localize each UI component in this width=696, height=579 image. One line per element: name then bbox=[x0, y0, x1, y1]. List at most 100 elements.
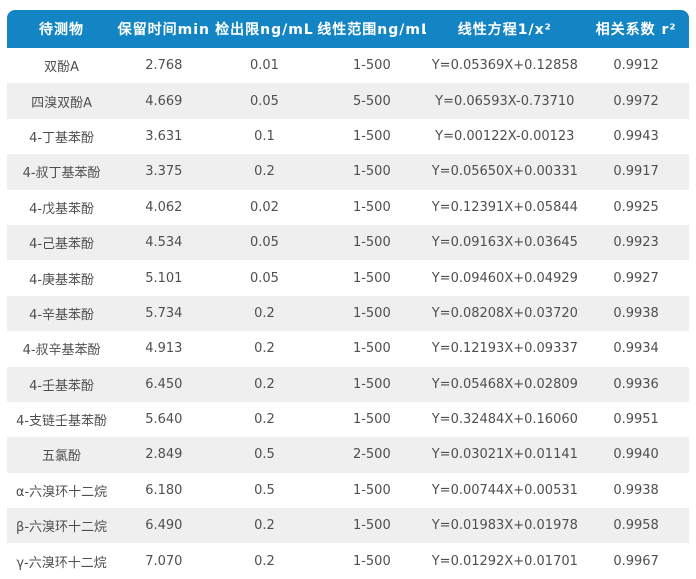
table-row: 4-戊基苯酚 4.062 0.02 1-500 Y=0.12391X+0.05844 0.… bbox=[7, 189, 689, 225]
cell-detection_limit: 0.2 bbox=[254, 341, 275, 357]
page: 待测物 保留时间min 检出限ng/mL 线性范围ng/mL 线性方程1/x² 相关系数 … bbox=[0, 0, 696, 579]
table-row: 五氯酚 2.849 0.5 2-500 Y=0.03021X+0.01141 0.9940 bbox=[7, 437, 689, 473]
cell-linear_range: 5-500 bbox=[352, 93, 391, 109]
cell-linear_range: 1-500 bbox=[352, 58, 391, 74]
cell-linear_equation: Y=0.00122X-0.00123 bbox=[435, 128, 575, 144]
cell-detection_limit: 0.01 bbox=[249, 58, 279, 74]
cell-detection_limit: 0.02 bbox=[249, 199, 279, 215]
cell-analyte: β-六溴环十二烷 bbox=[16, 520, 108, 536]
cell-retention_time: 5.101 bbox=[145, 270, 183, 286]
table-row: 4-丁基苯酚 3.631 0.1 1-500 Y=0.00122X-0.00123 0.9… bbox=[7, 118, 689, 155]
column-header-retention_time: 保留时间min bbox=[117, 22, 211, 38]
cell-linear_range: 1-500 bbox=[352, 305, 391, 321]
cell-retention_time: 5.640 bbox=[145, 412, 183, 428]
cell-linear_equation: Y=0.08208X+0.03720 bbox=[431, 305, 578, 321]
cell-detection_limit: 0.2 bbox=[254, 164, 275, 180]
cell-retention_time: 4.669 bbox=[145, 93, 183, 109]
cell-analyte: 四溴双酚A bbox=[31, 95, 92, 111]
cell-retention_time: 6.490 bbox=[145, 518, 183, 534]
cell-correlation_coefficient: 0.9927 bbox=[613, 270, 659, 286]
cell-analyte: 4-叔辛基苯酚 bbox=[22, 343, 101, 359]
cell-analyte: 4-戊基苯酚 bbox=[29, 201, 95, 217]
cell-detection_limit: 0.2 bbox=[254, 376, 275, 392]
cell-analyte: 4-支链壬基苯酚 bbox=[16, 414, 108, 430]
cell-correlation_coefficient: 0.9938 bbox=[613, 305, 659, 321]
table-row: 4-叔丁基苯酚 3.375 0.2 1-500 Y=0.05650X+0.00331 0.… bbox=[7, 154, 689, 190]
table-row: β-六溴环十二烷 6.490 0.2 1-500 Y=0.01983X+0.01978 0… bbox=[7, 508, 689, 544]
column-header-detection_limit: 检出限ng/mL bbox=[215, 22, 314, 38]
table-row: 4-壬基苯酚 6.450 0.2 1-500 Y=0.05468X+0.02809 0.9… bbox=[7, 366, 689, 402]
cell-linear_equation: Y=0.05468X+0.02809 bbox=[431, 376, 578, 392]
cell-retention_time: 4.534 bbox=[145, 235, 183, 251]
cell-correlation_coefficient: 0.9943 bbox=[613, 128, 659, 144]
cell-linear_range: 1-500 bbox=[352, 412, 391, 428]
cell-correlation_coefficient: 0.9972 bbox=[613, 93, 659, 109]
cell-correlation_coefficient: 0.9951 bbox=[613, 412, 659, 428]
cell-analyte: 4-叔丁基苯酚 bbox=[22, 166, 101, 182]
cell-correlation_coefficient: 0.9925 bbox=[613, 199, 659, 215]
cell-retention_time: 6.180 bbox=[145, 482, 183, 498]
cell-detection_limit: 0.2 bbox=[254, 305, 275, 321]
cell-analyte: 五氯酚 bbox=[42, 449, 82, 465]
cell-analyte: 4-辛基苯酚 bbox=[29, 307, 95, 323]
cell-correlation_coefficient: 0.9923 bbox=[613, 235, 659, 251]
cell-retention_time: 7.070 bbox=[145, 553, 183, 569]
cell-detection_limit: 0.5 bbox=[254, 447, 275, 463]
cell-analyte: 4-丁基苯酚 bbox=[29, 130, 95, 146]
cell-linear_equation: Y=0.32484X+0.16060 bbox=[431, 412, 578, 428]
table-row: 4-支链壬基苯酚 5.640 0.2 1-500 Y=0.32484X+0.16060 0… bbox=[7, 401, 689, 438]
column-header-correlation_coefficient: 相关系数 r² bbox=[595, 22, 677, 38]
cell-linear_equation: Y=0.09460X+0.04929 bbox=[431, 270, 578, 286]
calibration-table: 待测物 保留时间min 检出限ng/mL 线性范围ng/mL 线性方程1/x² 相关系数 … bbox=[7, 10, 689, 579]
cell-retention_time: 5.734 bbox=[145, 305, 183, 321]
cell-detection_limit: 0.05 bbox=[249, 235, 279, 251]
cell-correlation_coefficient: 0.9958 bbox=[613, 518, 659, 534]
cell-linear_range: 1-500 bbox=[352, 164, 391, 180]
cell-correlation_coefficient: 0.9938 bbox=[613, 482, 659, 498]
cell-retention_time: 3.375 bbox=[145, 164, 183, 180]
cell-linear_range: 1-500 bbox=[352, 376, 391, 392]
cell-linear_range: 1-500 bbox=[352, 199, 391, 215]
cell-detection_limit: 0.05 bbox=[249, 270, 279, 286]
cell-analyte: α-六溴环十二烷 bbox=[15, 484, 108, 500]
cell-analyte: 4-己基苯酚 bbox=[29, 237, 95, 253]
cell-analyte: γ-六溴环十二烷 bbox=[16, 555, 107, 571]
cell-detection_limit: 0.2 bbox=[254, 553, 275, 569]
cell-linear_range: 1-500 bbox=[352, 341, 391, 357]
cell-analyte: 4-壬基苯酚 bbox=[29, 378, 95, 394]
column-header-linear_range: 线性范围ng/mL bbox=[317, 22, 427, 38]
cell-retention_time: 2.768 bbox=[145, 58, 183, 74]
column-header-analyte: 待测物 bbox=[39, 22, 85, 38]
table-row: 双酚A 2.768 0.01 1-500 Y=0.05369X+0.12858 0.991… bbox=[7, 48, 689, 84]
cell-linear_equation: Y=0.09163X+0.03645 bbox=[431, 235, 578, 251]
table-row: α-六溴环十二烷 6.180 0.5 1-500 Y=0.00744X+0.00531 0… bbox=[7, 472, 689, 509]
cell-detection_limit: 0.05 bbox=[249, 93, 279, 109]
table-row: 4-庚基苯酚 5.101 0.05 1-500 Y=0.09460X+0.04929 0.… bbox=[7, 260, 689, 296]
cell-linear_equation: Y=0.12193X+0.09337 bbox=[431, 341, 578, 357]
cell-retention_time: 6.450 bbox=[145, 376, 183, 392]
table-row: 4-己基苯酚 4.534 0.05 1-500 Y=0.09163X+0.03645 0.… bbox=[7, 224, 689, 261]
column-header-linear_equation: 线性方程1/x² bbox=[457, 22, 552, 38]
cell-retention_time: 2.849 bbox=[145, 447, 183, 463]
cell-detection_limit: 0.5 bbox=[254, 482, 275, 498]
cell-linear_range: 1-500 bbox=[352, 553, 391, 569]
cell-correlation_coefficient: 0.9967 bbox=[613, 553, 659, 569]
table-header-row: 待测物 保留时间min 检出限ng/mL 线性范围ng/mL 线性方程1/x² 相关系数 … bbox=[7, 10, 689, 48]
table-row: γ-六溴环十二烷 7.070 0.2 1-500 Y=0.01292X+0.01701 0… bbox=[7, 543, 689, 579]
cell-linear_range: 1-500 bbox=[352, 128, 391, 144]
cell-detection_limit: 0.1 bbox=[254, 128, 275, 144]
cell-linear_equation: Y=0.05650X+0.00331 bbox=[431, 164, 578, 180]
cell-linear_equation: Y=0.03021X+0.01141 bbox=[431, 447, 578, 463]
cell-correlation_coefficient: 0.9917 bbox=[613, 164, 659, 180]
cell-linear_equation: Y=0.01292X+0.01701 bbox=[431, 553, 578, 569]
cell-linear_equation: Y=0.12391X+0.05844 bbox=[431, 199, 578, 215]
cell-correlation_coefficient: 0.9934 bbox=[613, 341, 659, 357]
cell-analyte: 4-庚基苯酚 bbox=[29, 272, 95, 288]
cell-linear_equation: Y=0.06593X-0.73710 bbox=[435, 93, 575, 109]
cell-detection_limit: 0.2 bbox=[254, 518, 275, 534]
table-row: 4-辛基苯酚 5.734 0.2 1-500 Y=0.08208X+0.03720 0.9… bbox=[7, 295, 689, 332]
cell-retention_time: 3.631 bbox=[145, 128, 183, 144]
cell-correlation_coefficient: 0.9912 bbox=[613, 58, 659, 74]
cell-detection_limit: 0.2 bbox=[254, 412, 275, 428]
cell-linear_range: 1-500 bbox=[352, 270, 391, 286]
